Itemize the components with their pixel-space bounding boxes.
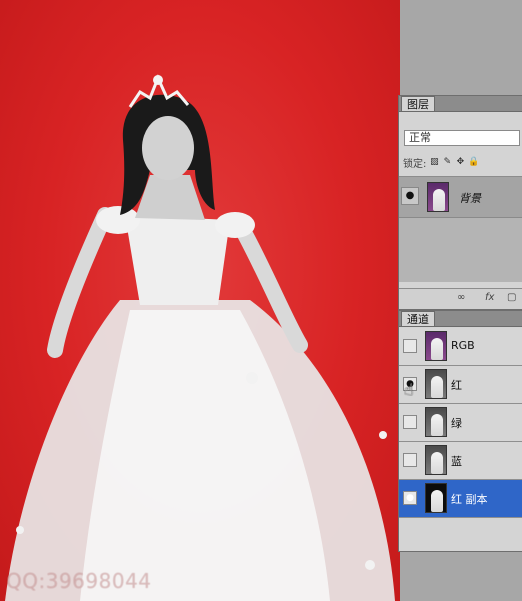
watermark-text: QQ:39698044: [6, 569, 152, 593]
link-icon[interactable]: ∞: [457, 292, 465, 303]
layers-panel-footer: ∞ fx ▢: [399, 288, 522, 309]
channel-thumbnail: [425, 483, 447, 513]
channel-row-red-copy[interactable]: ● 红 副本: [399, 480, 522, 518]
mask-icon[interactable]: ▢: [507, 292, 516, 303]
blend-mode-select[interactable]: 正常: [404, 130, 520, 146]
layers-panel-header: 图层: [399, 96, 522, 112]
channel-thumbnail: [425, 369, 447, 399]
channels-panel-header: 通道: [399, 311, 522, 327]
eye-icon[interactable]: ●: [401, 187, 419, 205]
bride-photo: [5, 74, 395, 601]
fx-icon[interactable]: fx: [485, 292, 494, 303]
channel-label: 蓝: [451, 455, 462, 468]
tab-channels[interactable]: 通道: [401, 311, 435, 326]
layer-row-background[interactable]: ● 背景: [399, 177, 522, 218]
channel-row-blue[interactable]: 蓝: [399, 442, 522, 480]
layer-name: 背景: [459, 192, 481, 205]
lock-label: 锁定:: [403, 158, 427, 170]
channel-row-green[interactable]: 绿: [399, 404, 522, 442]
document-canvas[interactable]: QQ:39698044: [0, 0, 400, 601]
lock-row: 锁定: ▨ ✎ ✥ 🔒: [403, 155, 480, 170]
layers-panel: 图层 正常 锁定: ▨ ✎ ✥ 🔒 ● 背景 ∞ fx ▢: [398, 95, 522, 310]
layer-list: ● 背景: [399, 176, 522, 282]
channel-row-red[interactable]: ● 红: [399, 366, 522, 404]
channel-label: 红 副本: [451, 493, 488, 506]
lock-transparent-icon[interactable]: ▨: [429, 157, 439, 167]
channel-label: RGB: [451, 339, 475, 352]
channels-panel: 通道 RGB ● 红 绿 蓝 ● 红 副本: [398, 310, 522, 552]
channel-thumbnail: [425, 407, 447, 437]
channel-thumbnail: [425, 445, 447, 475]
lock-brush-icon[interactable]: ✎: [442, 157, 452, 167]
eye-icon[interactable]: ●: [403, 491, 417, 505]
lock-move-icon[interactable]: ✥: [455, 157, 465, 167]
layer-thumbnail: [427, 182, 449, 212]
lock-all-icon[interactable]: 🔒: [468, 157, 479, 167]
hand-cursor-icon: ☝: [404, 380, 414, 399]
channel-visibility-toggle[interactable]: [403, 453, 417, 467]
tab-layers[interactable]: 图层: [401, 96, 435, 111]
channel-visibility-toggle[interactable]: [403, 339, 417, 353]
channel-label: 绿: [451, 417, 462, 430]
channel-thumbnail: [425, 331, 447, 361]
channel-label: 红: [451, 379, 462, 392]
channel-visibility-toggle[interactable]: [403, 415, 417, 429]
channel-row-rgb[interactable]: RGB: [399, 328, 522, 366]
